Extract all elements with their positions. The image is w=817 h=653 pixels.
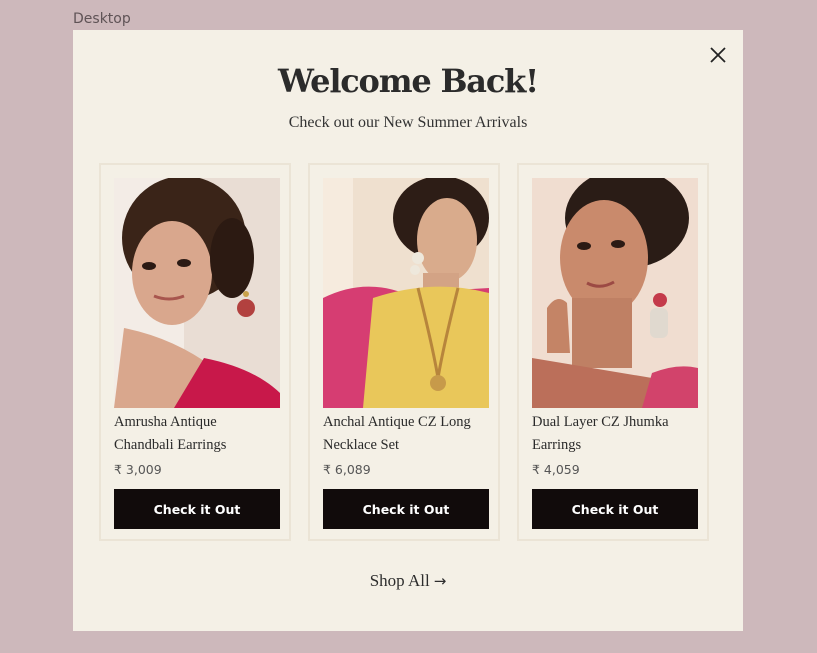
product-image[interactable] xyxy=(323,178,489,408)
arrow-right-icon: → xyxy=(433,572,447,590)
modal-subtitle: Check out our New Summer Arrivals xyxy=(288,114,528,131)
product-name[interactable]: Amrusha Antique Chandbali Earrings xyxy=(114,411,277,457)
check-it-out-button[interactable]: Check it Out xyxy=(114,489,280,529)
shop-all-link[interactable]: Shop All → xyxy=(73,571,743,591)
shop-all-label: Shop All xyxy=(369,571,430,590)
welcome-modal: Welcome Back! Check out our New Summer A… xyxy=(73,30,743,631)
product-name[interactable]: Dual Layer CZ Jhumka Earrings xyxy=(532,411,695,457)
product-card: Amrusha Antique Chandbali Earrings ₹ 3,0… xyxy=(99,163,291,541)
modal-title: Welcome Back! xyxy=(278,62,539,100)
product-name[interactable]: Anchal Antique CZ Long Necklace Set xyxy=(323,411,486,457)
product-image[interactable] xyxy=(114,178,280,408)
product-image[interactable] xyxy=(532,178,698,408)
product-list: Amrusha Antique Chandbali Earrings ₹ 3,0… xyxy=(99,163,709,541)
product-price: ₹ 6,089 xyxy=(323,462,371,477)
product-card: Dual Layer CZ Jhumka Earrings ₹ 4,059 Ch… xyxy=(517,163,709,541)
product-price: ₹ 4,059 xyxy=(532,462,580,477)
product-card: Anchal Antique CZ Long Necklace Set ₹ 6,… xyxy=(308,163,500,541)
check-it-out-button[interactable]: Check it Out xyxy=(532,489,698,529)
frame-label: Desktop xyxy=(73,11,131,27)
check-it-out-button[interactable]: Check it Out xyxy=(323,489,489,529)
product-price: ₹ 3,009 xyxy=(114,462,162,477)
